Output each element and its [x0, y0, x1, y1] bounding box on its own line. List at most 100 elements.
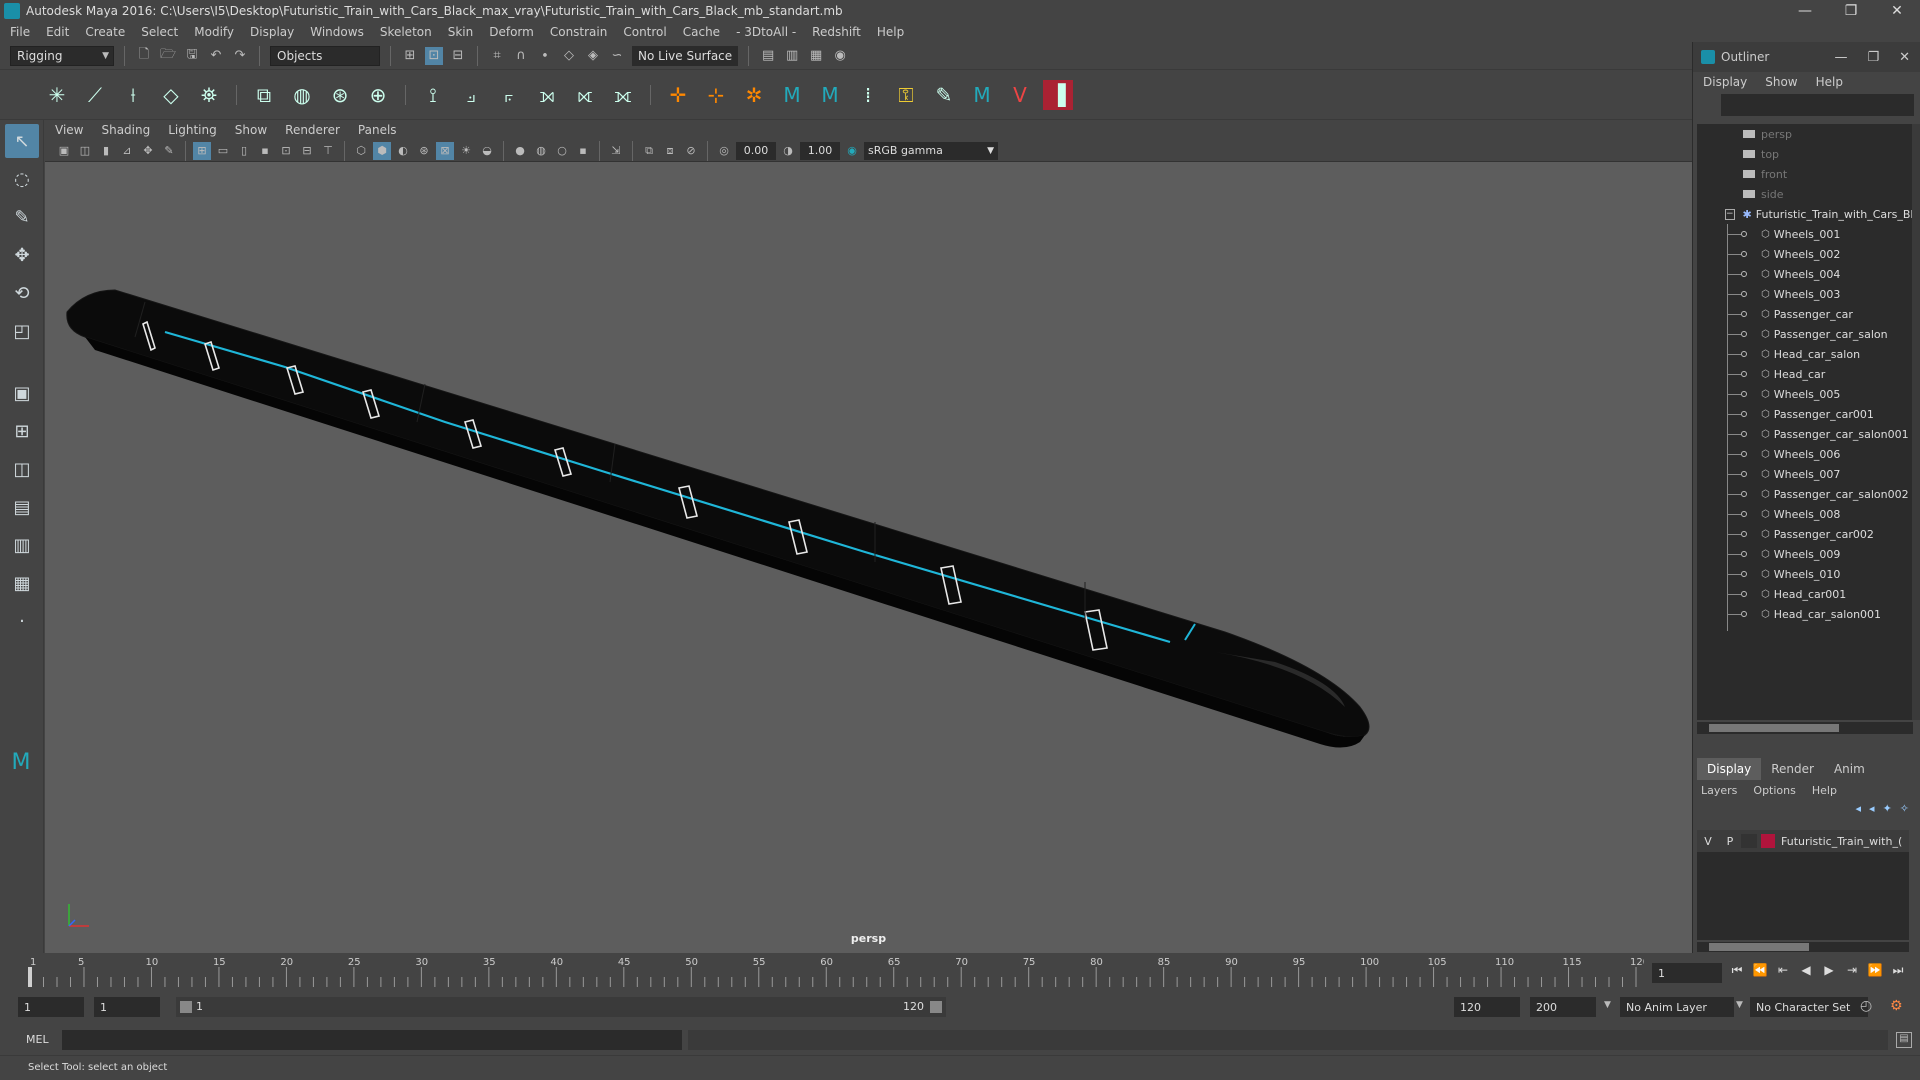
maya-logo-icon[interactable]: M — [967, 80, 997, 110]
xray-joints-icon[interactable]: ⧈ — [661, 142, 679, 160]
time-slider[interactable]: 1 5 10 15 20 25 30 35 40 45 50 55 60 65 70 75 80 85 90 95 10… — [0, 953, 1920, 989]
gate-mask-icon[interactable]: ▪ — [256, 142, 274, 160]
new-scene-icon[interactable]: 🗋 — [135, 47, 153, 65]
skeleton-icon[interactable]: ⛯ — [194, 80, 224, 110]
chevron-down-icon[interactable]: ▼ — [1604, 1000, 1611, 1010]
tab-render[interactable]: Render — [1761, 758, 1824, 780]
script-language-label[interactable]: MEL — [26, 1033, 49, 1046]
outliner-item-mesh[interactable]: ⬡ Wheels_004 — [1697, 264, 1913, 284]
point-constraint-icon[interactable]: ✛ — [663, 80, 693, 110]
scrollbar-thumb[interactable] — [1709, 724, 1839, 732]
outliner-menu-display[interactable]: Display — [1703, 75, 1747, 89]
ik-handle-icon[interactable]: ⟊ — [118, 80, 148, 110]
move-layer-down-icon[interactable]: ◂ — [1869, 802, 1875, 815]
menu-control[interactable]: Control — [623, 25, 666, 39]
outliner-item-mesh[interactable]: ⬡ Head_car_salon001 — [1697, 604, 1913, 624]
scrollbar-thumb[interactable] — [1709, 943, 1809, 951]
layer-playback-toggle[interactable]: P — [1719, 835, 1741, 848]
open-scene-icon[interactable]: 🗁 — [159, 47, 177, 65]
scale-tool-icon[interactable]: ◰ — [5, 314, 39, 348]
viewport-scene[interactable] — [45, 162, 1692, 932]
start-time-field[interactable]: 1 — [18, 997, 84, 1017]
outliner-item-front[interactable]: front — [1697, 164, 1913, 184]
chevron-down-icon[interactable]: ▼ — [1736, 1000, 1743, 1010]
layout-hypershade-icon[interactable]: ▦ — [5, 566, 39, 600]
select-by-component-icon[interactable]: ⊟ — [449, 47, 467, 65]
paint-weights-icon[interactable]: ⟔ — [494, 80, 524, 110]
outliner-item-mesh[interactable]: ⬡ Passenger_car_salon001 — [1697, 424, 1913, 444]
step-back-key-icon[interactable]: ⏪ — [1751, 963, 1769, 978]
layer-horizontal-scrollbar[interactable] — [1697, 942, 1909, 952]
grid-plugin-icon[interactable]: ⁞ — [853, 80, 883, 110]
playback-end-field[interactable]: 120 — [1454, 997, 1520, 1017]
outliner-item-mesh[interactable]: ⬡ Wheels_010 — [1697, 564, 1913, 584]
layout-single-icon[interactable]: ▣ — [5, 376, 39, 410]
restore-button[interactable]: ❐ — [1828, 0, 1874, 22]
current-frame-field[interactable]: 1 — [1652, 963, 1722, 983]
snap-point-icon[interactable]: ∙ — [536, 47, 554, 65]
outliner-item-mesh[interactable]: ⬡ Passenger_car_salon — [1697, 324, 1913, 344]
cluster-icon[interactable]: ◍ — [287, 80, 317, 110]
collapse-icon[interactable]: − — [1725, 208, 1735, 220]
live-surface-field[interactable]: No Live Surface — [632, 45, 739, 66]
menu-select[interactable]: Select — [141, 25, 178, 39]
ambient-occlusion-icon[interactable]: ● — [511, 142, 529, 160]
outliner-horizontal-scrollbar[interactable] — [1697, 722, 1913, 734]
insert-joint-icon[interactable]: ⟋ — [80, 80, 110, 110]
snap-live-icon[interactable]: ◈ — [584, 47, 602, 65]
auto-key-icon[interactable]: ◴ — [1860, 998, 1872, 1014]
camera-attributes-icon[interactable]: ◫ — [76, 142, 94, 160]
menu-3dtoall[interactable]: - 3DtoAll - — [736, 25, 796, 39]
render-settings-icon[interactable]: ▦ — [807, 47, 825, 65]
ipr-render-icon[interactable]: ▥ — [783, 47, 801, 65]
menu-skin[interactable]: Skin — [448, 25, 474, 39]
menu-windows[interactable]: Windows — [310, 25, 364, 39]
color-management-icon[interactable]: ◉ — [843, 142, 861, 160]
exposure-icon[interactable]: ◎ — [715, 142, 733, 160]
smooth-shade-icon[interactable]: ⬢ — [373, 141, 391, 160]
layout-outliner-icon[interactable]: ▤ — [5, 490, 39, 524]
range-start-handle[interactable] — [180, 1001, 192, 1013]
safe-title-icon[interactable]: ⊤ — [319, 142, 337, 160]
move-layer-up-icon[interactable]: ◂ — [1856, 802, 1862, 815]
outliner-item-persp[interactable]: persp — [1697, 124, 1913, 144]
xray-icon[interactable]: ⧉ — [640, 142, 658, 160]
layer-menu-help[interactable]: Help — [1812, 784, 1837, 797]
outliner-item-mesh[interactable]: ⬡ Passenger_car_salon002 — [1697, 484, 1913, 504]
resolution-gate-icon[interactable]: ▯ — [235, 142, 253, 160]
menu-cache[interactable]: Cache — [683, 25, 720, 39]
select-by-hierarchy-icon[interactable]: ⊞ — [401, 47, 419, 65]
outliner-item-mesh[interactable]: ⬡ Head_car — [1697, 364, 1913, 384]
lattice-icon[interactable]: ⧉ — [249, 80, 279, 110]
step-forward-key-icon[interactable]: ⏩ — [1866, 963, 1884, 978]
time-ruler[interactable]: 1 5 10 15 20 25 30 35 40 45 50 55 60 65 70 75 80 85 90 95 10… — [24, 953, 1644, 987]
v-icon[interactable]: V — [1005, 80, 1035, 110]
render-view-icon[interactable]: ▐ — [1043, 79, 1073, 110]
layout-graph-icon[interactable]: ▥ — [5, 528, 39, 562]
layout-toggle-icon[interactable]: · — [5, 604, 39, 638]
lights-icon[interactable]: ☀ — [457, 142, 475, 160]
menu-modify[interactable]: Modify — [194, 25, 234, 39]
new-layer-from-selection-icon[interactable]: ✧ — [1900, 802, 1909, 815]
outliner-item-mesh[interactable]: ⬡ Passenger_car002 — [1697, 524, 1913, 544]
command-input[interactable] — [62, 1030, 682, 1050]
wrap-icon[interactable]: ⊛ — [325, 80, 355, 110]
minimize-button[interactable]: — — [1782, 0, 1828, 22]
panel-menu-shading[interactable]: Shading — [101, 123, 150, 137]
layout-four-icon[interactable]: ⊞ — [5, 414, 39, 448]
step-back-frame-icon[interactable]: ⇤ — [1774, 963, 1792, 978]
outliner-item-group[interactable]: − ✱ Futuristic_Train_with_Cars_Bl — [1697, 204, 1913, 224]
close-button[interactable]: ✕ — [1874, 0, 1920, 22]
new-layer-icon[interactable]: ✦ — [1883, 802, 1892, 815]
brush-icon[interactable]: ✎ — [929, 80, 959, 110]
grid-icon[interactable]: ⊞ — [193, 141, 211, 160]
panel-menu-show[interactable]: Show — [235, 123, 267, 137]
film-gate-icon[interactable]: ▭ — [214, 142, 232, 160]
anim-prefs-icon[interactable]: ⚙ — [1890, 998, 1903, 1014]
tab-display[interactable]: Display — [1697, 758, 1762, 780]
outliner-menu-help[interactable]: Help — [1816, 75, 1843, 89]
layer-color-swatch[interactable] — [1761, 834, 1775, 848]
3dtoall-icon[interactable]: M — [777, 80, 807, 110]
menuset-dropdown[interactable]: Rigging ▼ — [10, 45, 114, 66]
wire-icon[interactable]: ⊕ — [363, 80, 393, 110]
